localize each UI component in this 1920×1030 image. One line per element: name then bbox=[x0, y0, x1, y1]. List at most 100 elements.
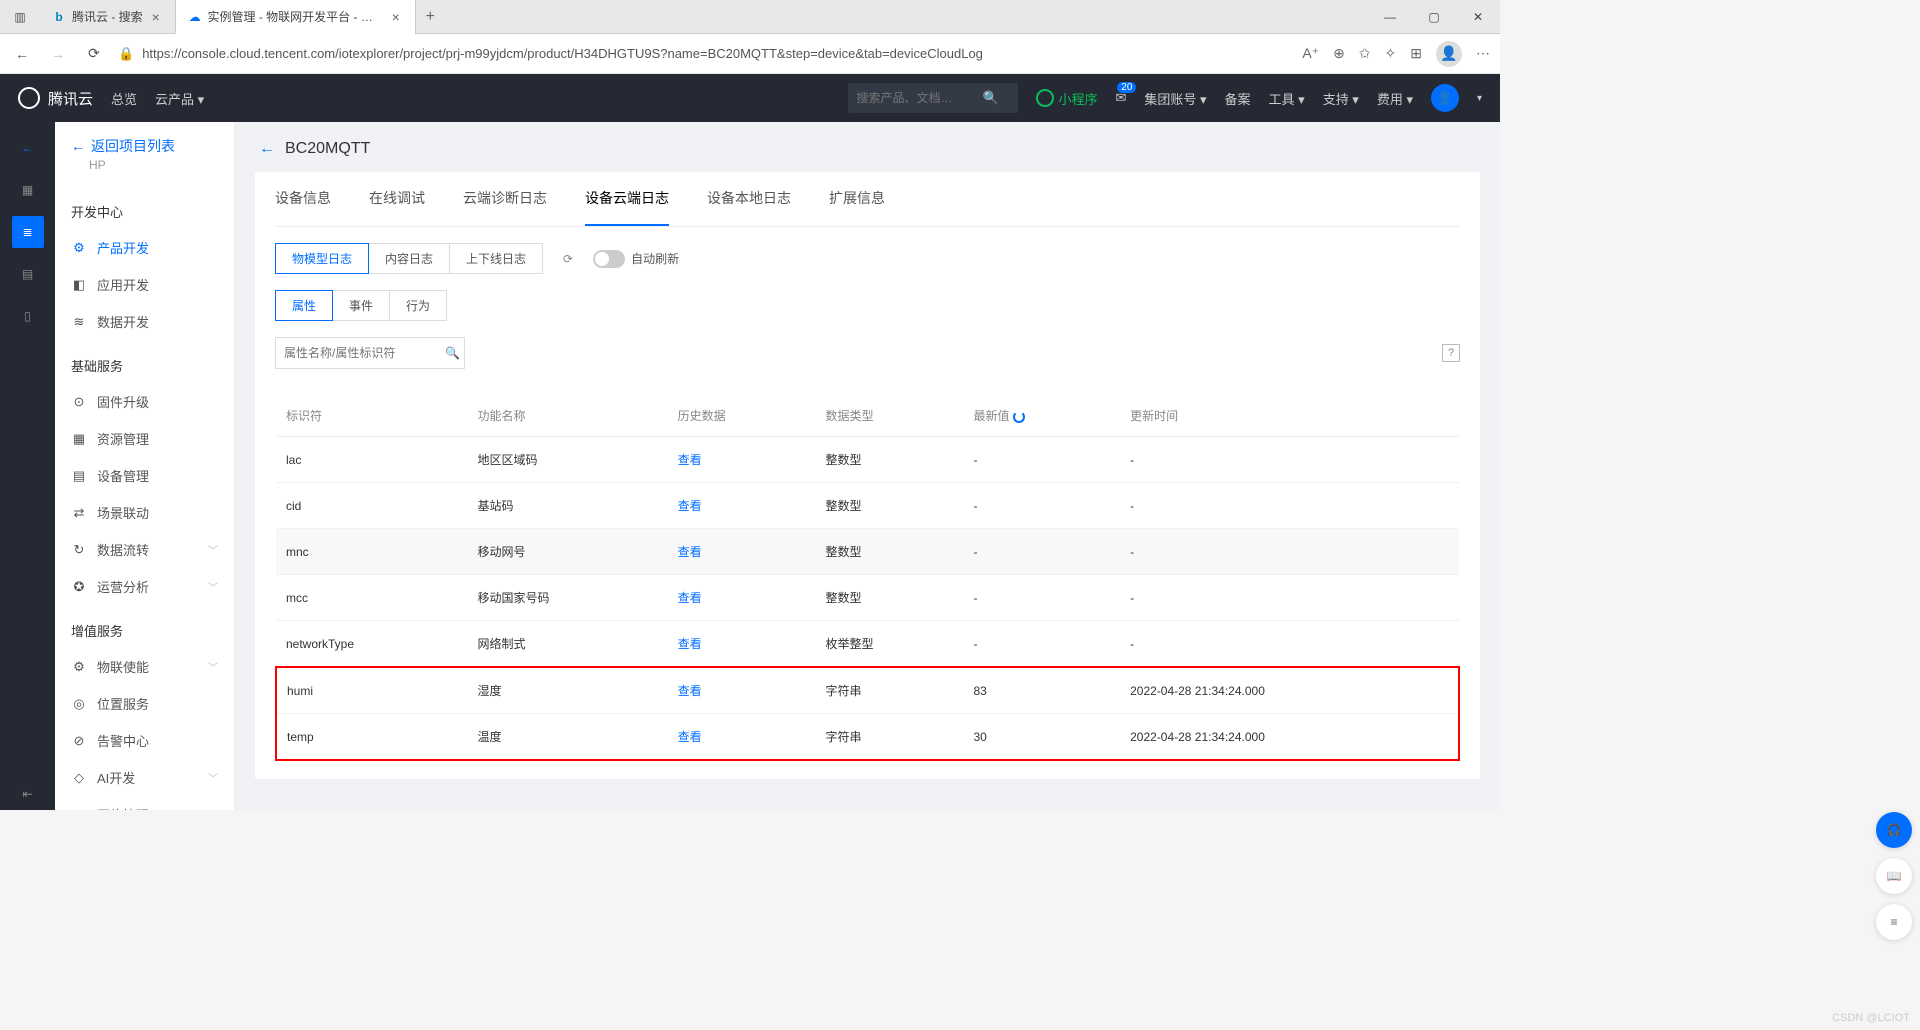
mail-icon[interactable]: ✉20 bbox=[1115, 90, 1126, 106]
device-tab[interactable]: 扩展信息 bbox=[829, 172, 885, 226]
cell-value: 30 bbox=[963, 714, 1120, 761]
sidebar-item-icon: ▨ bbox=[71, 807, 87, 811]
sidebar-item-场景联动[interactable]: ⇄场景联动 bbox=[55, 494, 234, 531]
docs-button[interactable]: 📖 bbox=[1876, 858, 1912, 894]
view-history-link[interactable]: 查看 bbox=[678, 730, 702, 744]
prop-tab-button[interactable]: 行为 bbox=[389, 290, 447, 321]
search-icon[interactable]: 🔍 bbox=[982, 90, 998, 106]
feedback-button[interactable]: ≡ bbox=[1876, 904, 1912, 940]
bing-favicon: b bbox=[52, 10, 66, 24]
menu-account[interactable]: 集团账号 ▾ bbox=[1144, 89, 1206, 108]
maximize-button[interactable]: ▢ bbox=[1412, 10, 1456, 24]
chat-support-button[interactable]: 🎧 bbox=[1876, 812, 1912, 848]
menu-beian[interactable]: 备案 bbox=[1225, 89, 1251, 108]
user-avatar[interactable]: 👤 bbox=[1431, 84, 1459, 112]
page-back-icon[interactable]: ← bbox=[259, 140, 275, 158]
tencent-cloud-logo[interactable]: 腾讯云 bbox=[18, 87, 93, 109]
cell-id: lac bbox=[276, 437, 468, 483]
sidebar-item-设备管理[interactable]: ▤设备管理 bbox=[55, 457, 234, 494]
view-history-link[interactable]: 查看 bbox=[678, 545, 702, 559]
rail-doc-icon[interactable]: ▯ bbox=[12, 300, 44, 332]
auto-refresh-toggle[interactable]: 自动刷新 bbox=[593, 250, 679, 268]
favorite-icon[interactable]: ✩ bbox=[1359, 45, 1371, 62]
back-to-projects[interactable]: ← 返回项目列表 bbox=[55, 122, 234, 158]
menu-tools[interactable]: 工具 ▾ bbox=[1269, 89, 1305, 108]
top-search-input[interactable] bbox=[856, 91, 976, 105]
rail-back-icon[interactable]: ← bbox=[12, 132, 44, 164]
user-dropdown-icon[interactable]: ▾ bbox=[1477, 93, 1482, 104]
rail-apps-icon[interactable]: ▤ bbox=[12, 258, 44, 290]
log-type-button[interactable]: 物模型日志 bbox=[275, 243, 369, 274]
log-type-button[interactable]: 上下线日志 bbox=[449, 243, 543, 274]
profile-avatar[interactable]: 👤 bbox=[1436, 41, 1462, 67]
sidebar-section-title: 增值服务 bbox=[55, 605, 234, 648]
more-icon[interactable]: ⋯ bbox=[1476, 45, 1490, 62]
sidebar-item-位置服务[interactable]: ◎位置服务 bbox=[55, 685, 234, 722]
url-box[interactable]: 🔒 https://console.cloud.tencent.com/iote… bbox=[118, 46, 1290, 62]
forward-button[interactable]: → bbox=[46, 46, 70, 62]
sidebar-item-物联使能[interactable]: ⚙物联使能﹀ bbox=[55, 648, 234, 685]
attribute-search[interactable]: 🔍 bbox=[275, 337, 465, 369]
sidebar-item-告警中心[interactable]: ⊘告警中心 bbox=[55, 722, 234, 759]
close-icon[interactable]: × bbox=[149, 9, 163, 25]
sidebar-item-数据流转[interactable]: ↻数据流转﹀ bbox=[55, 531, 234, 568]
table-row: networkType 网络制式 查看 枚举整型 - - bbox=[276, 621, 1459, 668]
search-icon[interactable]: 🔍 bbox=[445, 346, 460, 360]
tab-title-1: 实例管理 - 物联网开发平台 - 控… bbox=[208, 8, 383, 25]
rail-collapse-icon[interactable]: ⇤ bbox=[12, 778, 44, 810]
sidebar-item-运营分析[interactable]: ✪运营分析﹀ bbox=[55, 568, 234, 605]
toggle-switch[interactable] bbox=[593, 250, 625, 268]
view-history-link[interactable]: 查看 bbox=[678, 637, 702, 651]
cell-time: 2022-04-28 21:34:24.000 bbox=[1120, 667, 1459, 714]
top-right-menu: 小程序 ✉20 集团账号 ▾ 备案 工具 ▾ 支持 ▾ 费用 ▾ 👤 ▾ bbox=[1036, 84, 1482, 112]
rail-grid-icon[interactable]: ▦ bbox=[12, 174, 44, 206]
device-tab[interactable]: 在线调试 bbox=[369, 172, 425, 226]
browser-tab-0[interactable]: b 腾讯云 - 搜索 × bbox=[40, 0, 176, 34]
tabs-icon[interactable]: ▥ bbox=[0, 10, 40, 24]
sidebar-item-应用开发[interactable]: ◧ 应用开发 bbox=[55, 266, 234, 303]
sidebar-item-产品开发[interactable]: ⚙产品开发 bbox=[55, 229, 234, 266]
browser-tab-1[interactable]: ☁ 实例管理 - 物联网开发平台 - 控… × bbox=[176, 0, 416, 34]
close-window-button[interactable]: ✕ bbox=[1456, 10, 1500, 24]
menu-billing[interactable]: 费用 ▾ bbox=[1377, 89, 1413, 108]
collections-icon[interactable]: ⊞ bbox=[1410, 45, 1422, 62]
top-search[interactable]: 🔍 bbox=[848, 83, 1018, 113]
minimize-button[interactable]: — bbox=[1368, 10, 1412, 24]
rail-list-icon[interactable]: ≣ bbox=[12, 216, 44, 248]
view-history-link[interactable]: 查看 bbox=[678, 591, 702, 605]
mini-program-link[interactable]: 小程序 bbox=[1036, 89, 1097, 108]
device-tab[interactable]: 云端诊断日志 bbox=[463, 172, 547, 226]
device-tab[interactable]: 设备云端日志 bbox=[585, 172, 669, 226]
refresh-icon[interactable]: ⟳ bbox=[563, 252, 573, 266]
device-tab[interactable]: 设备信息 bbox=[275, 172, 331, 226]
view-history-link[interactable]: 查看 bbox=[678, 453, 702, 467]
view-history-link[interactable]: 查看 bbox=[678, 684, 702, 698]
sidebar-item-label: 应用开发 bbox=[97, 275, 149, 294]
sidebar-item-label: 数据流转 bbox=[97, 540, 149, 559]
zoom-icon[interactable]: ⊕ bbox=[1333, 45, 1345, 62]
attribute-search-input[interactable] bbox=[284, 346, 439, 360]
prop-tab-button[interactable]: 事件 bbox=[332, 290, 390, 321]
sidebar-item-固件升级[interactable]: ⊙固件升级 bbox=[55, 383, 234, 420]
prop-tab-button[interactable]: 属性 bbox=[275, 290, 333, 321]
sidebar-item-资源管理[interactable]: ▦资源管理 bbox=[55, 420, 234, 457]
sidebar-item-AI开发[interactable]: ◇AI开发﹀ bbox=[55, 759, 234, 796]
sidebar-item-网络管理[interactable]: ▨网络管理 bbox=[55, 796, 234, 810]
sidebar-item-数据开发[interactable]: ≋数据开发 bbox=[55, 303, 234, 340]
refresh-button[interactable]: ⟳ bbox=[82, 45, 106, 62]
read-aloud-icon[interactable]: A⁺ bbox=[1302, 45, 1319, 62]
device-tab[interactable]: 设备本地日志 bbox=[707, 172, 791, 226]
nav-products[interactable]: 云产品 ▾ bbox=[155, 89, 204, 108]
help-icon[interactable]: ? bbox=[1442, 344, 1460, 362]
favorites-list-icon[interactable]: ✧ bbox=[1385, 45, 1397, 62]
menu-support[interactable]: 支持 ▾ bbox=[1323, 89, 1359, 108]
column-header: 历史数据 bbox=[668, 395, 816, 437]
sidebar-item-icon: ◧ bbox=[71, 277, 87, 293]
log-type-button[interactable]: 内容日志 bbox=[368, 243, 450, 274]
view-history-link[interactable]: 查看 bbox=[678, 499, 702, 513]
cell-time: 2022-04-28 21:34:24.000 bbox=[1120, 714, 1459, 761]
nav-overview[interactable]: 总览 bbox=[111, 89, 137, 108]
new-tab-button[interactable]: + bbox=[416, 8, 445, 26]
close-icon[interactable]: × bbox=[389, 9, 403, 25]
back-button[interactable]: ← bbox=[10, 46, 34, 62]
